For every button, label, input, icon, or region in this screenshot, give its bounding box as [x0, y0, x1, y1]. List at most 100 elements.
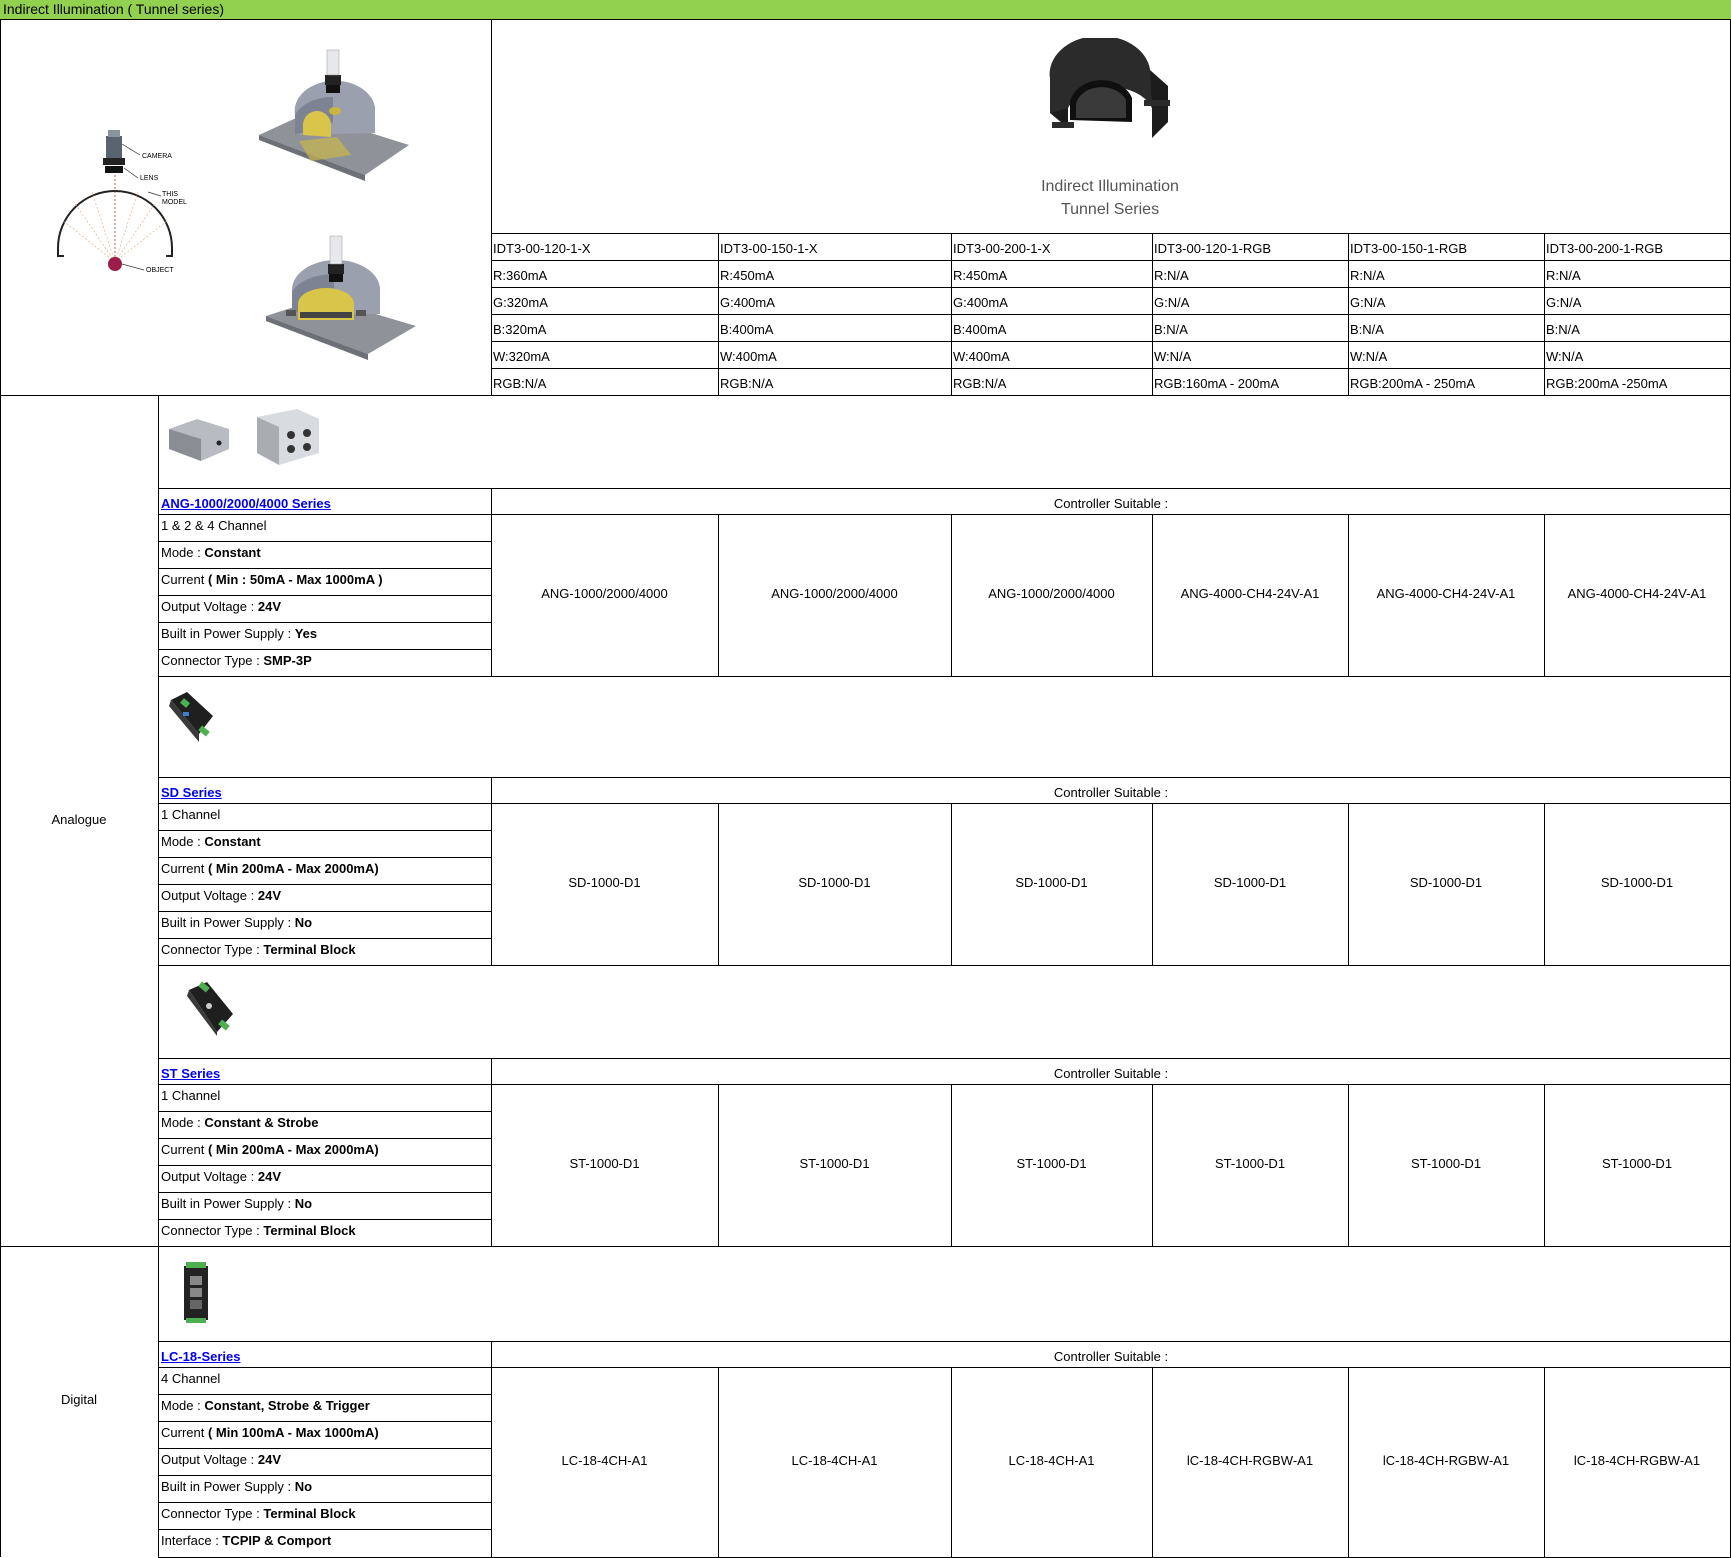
grid-line [158, 803, 491, 804]
series-1-name: SD Series [161, 786, 222, 800]
lens-ring-1 [103, 158, 125, 165]
series-2-name: ST Series [161, 1067, 221, 1081]
grid-line [158, 830, 491, 831]
grid-line [491, 368, 1731, 369]
spec-value: TCPIP & Comport [222, 1534, 332, 1548]
spec-sheet: Indirect Illumination ( Tunnel series) C… [0, 0, 1731, 1558]
series-0-spec-3: Output Voltage : 24V [161, 600, 489, 616]
series-3-name: LC-18-Series [161, 1350, 241, 1364]
grid-line [491, 1058, 492, 1246]
spec-label: Interface : [161, 1534, 223, 1548]
grid-line [158, 1502, 491, 1503]
series-2-spec-1: Mode : Constant & Strobe [161, 1116, 489, 1132]
spec-label: Current [161, 1426, 208, 1440]
series-3-controller-3: lC-18-4CH-RGBW-A1 [1186, 1454, 1314, 1468]
model-0-g: G:320mA [493, 296, 548, 310]
grid-line [1544, 233, 1545, 395]
grid-line [491, 233, 1731, 234]
series-2-spec-0: 1 Channel [161, 1089, 489, 1105]
grid-line [491, 1367, 1731, 1368]
spec-label: 1 Channel [161, 808, 221, 822]
group-digital: Digital [60, 1393, 98, 1407]
spec-value: 24V [257, 1170, 281, 1184]
spec-value: SMP-3P [263, 654, 312, 668]
spec-label: Output Voltage : [161, 1170, 258, 1184]
model-5-code: IDT3-00-200-1-RGB [1546, 242, 1664, 256]
model-4-g: G:N/A [1350, 296, 1386, 310]
spec-label: Mode : [161, 835, 205, 849]
spec-label: Built in Power Supply : [161, 627, 295, 641]
spec-label: 1 & 2 & 4 Channel [161, 519, 267, 533]
spec-label: Connector Type : [161, 1507, 264, 1521]
series-1-controller-4: SD-1000-D1 [1409, 876, 1483, 890]
spec-value: ( Min 200mA - Max 2000mA) [207, 862, 379, 876]
grid-line [158, 1367, 491, 1368]
ang-controller-image [169, 409, 319, 465]
series-0-controller-2: ANG-1000/2000/4000 [988, 587, 1115, 601]
st-controller-image [187, 981, 233, 1036]
group-analogue: Analogue [51, 813, 107, 827]
spec-value: Terminal Block [263, 943, 356, 957]
grid-line [158, 1394, 491, 1395]
grid-line [491, 233, 492, 395]
sheet-title: Indirect Illumination ( Tunnel series) [3, 1, 224, 17]
spec-label: Current [161, 573, 208, 587]
series-1-controller-suitable: Controller Suitable : [1053, 786, 1169, 800]
model-3-rgb: RGB:160mA - 200mA [1154, 377, 1279, 391]
grid-line [158, 1165, 491, 1166]
grid-line [718, 233, 719, 395]
model-1-w: W:400mA [720, 350, 777, 364]
model-2-b: B:400mA [953, 323, 1007, 337]
series-0-spec-4: Built in Power Supply : Yes [161, 627, 489, 643]
camera-label: CAMERA [142, 153, 172, 160]
series-2-spec-2: Current ( Min 200mA - Max 2000mA) [161, 1143, 489, 1159]
series-1-controller-5: SD-1000-D1 [1600, 876, 1674, 890]
model-4-code: IDT3-00-150-1-RGB [1350, 242, 1468, 256]
grid-line [158, 568, 491, 569]
spec-value: Constant, Strobe & Trigger [204, 1399, 370, 1413]
grid-line [158, 1084, 491, 1085]
model-5-b: B:N/A [1546, 323, 1580, 337]
setup-diagram: CAMERA LENS THIS MODEL OBJECT [57, 130, 187, 274]
series-0-controller-5: ANG-4000-CH4-24V-A1 [1567, 587, 1707, 601]
spec-value: Yes [294, 627, 318, 641]
grid-line [1348, 233, 1349, 395]
grid-line [158, 488, 1731, 489]
tunnel-product-image [1049, 38, 1170, 138]
lens-label: LENS [140, 175, 159, 182]
series-3-controller-0: LC-18-4CH-A1 [561, 1454, 648, 1468]
series-0-controller-suitable: Controller Suitable : [1053, 497, 1169, 511]
tunnel-render-bottom [266, 235, 416, 360]
spec-value: Constant & Strobe [204, 1116, 319, 1130]
hero-caption-line1: Indirect Illumination [1041, 178, 1179, 195]
spec-label: Mode : [161, 1399, 205, 1413]
spec-value: 24V [257, 889, 281, 903]
series-1-spec-4: Built in Power Supply : No [161, 916, 489, 932]
grid-line [158, 1058, 1731, 1059]
series-1-spec-0: 1 Channel [161, 808, 489, 824]
model-2-g: G:400mA [953, 296, 1008, 310]
model-3-code: IDT3-00-120-1-RGB [1154, 242, 1272, 256]
grid-line [158, 676, 1731, 677]
grid-line [491, 1084, 1731, 1085]
grid-line [158, 911, 491, 912]
grid-line [158, 1448, 491, 1449]
model-1-code: IDT3-00-150-1-X [720, 242, 818, 256]
grid-line [158, 1529, 491, 1530]
model-1-rgb: RGB:N/A [720, 377, 774, 391]
series-2-controller-1: ST-1000-D1 [799, 1157, 870, 1171]
model-0-b: B:320mA [493, 323, 547, 337]
grid-line [1152, 233, 1153, 395]
series-2-spec-3: Output Voltage : 24V [161, 1170, 489, 1186]
spec-label: 1 Channel [161, 1089, 221, 1103]
grid-line [491, 803, 1731, 804]
spec-value: Constant [204, 546, 261, 560]
series-1-spec-5: Connector Type : Terminal Block [161, 943, 489, 959]
model-0-r: R:360mA [493, 269, 548, 283]
grid-line [158, 1192, 491, 1193]
model-5-rgb: RGB:200mA -250mA [1546, 377, 1668, 391]
series-0-controller-4: ANG-4000-CH4-24V-A1 [1376, 587, 1516, 601]
grid-line [491, 314, 1731, 315]
spec-label: Built in Power Supply : [161, 916, 295, 930]
spec-label: Connector Type : [161, 654, 264, 668]
